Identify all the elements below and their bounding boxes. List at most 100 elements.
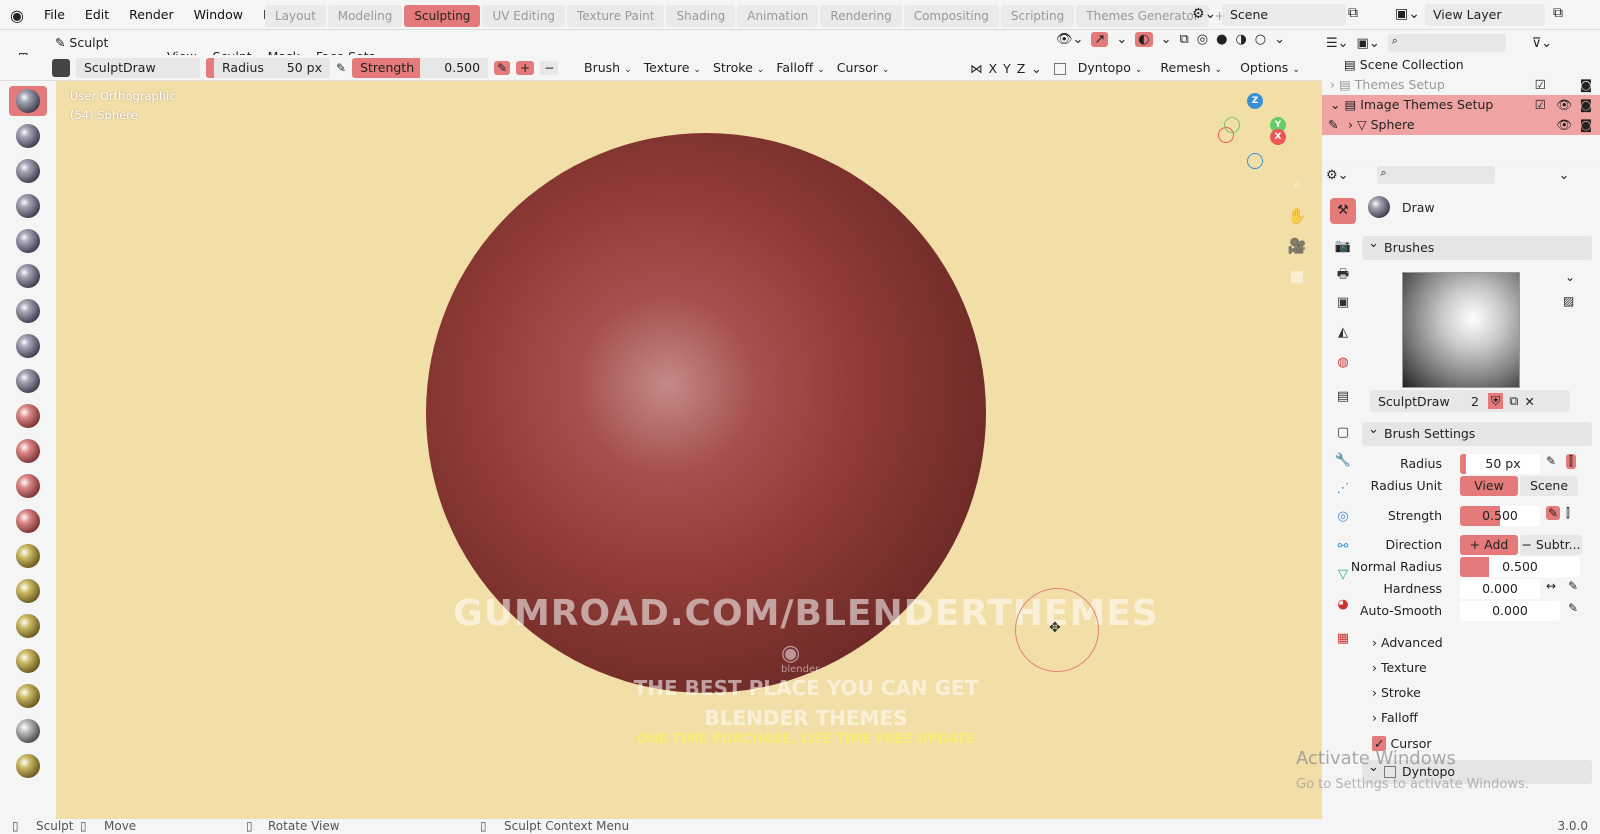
brush-datablock-name[interactable]: SculptDraw — [1370, 394, 1462, 409]
tab-sculpting[interactable]: Sculpting — [404, 5, 481, 27]
inflate-tool[interactable] — [9, 296, 47, 326]
eye-icon[interactable]: 👁 — [1556, 115, 1572, 135]
tab-themes-generator[interactable]: Themes Generator — [1076, 5, 1209, 27]
axis-z-toggle[interactable]: Z — [1017, 56, 1026, 82]
outliner-row-sphere[interactable]: ✎ › ▽ Sphere 👁 ◙ — [1322, 115, 1600, 135]
rendered-shading-icon[interactable]: ○ — [1255, 32, 1266, 47]
tab-scripting[interactable]: Scripting — [1000, 5, 1075, 27]
view-layer-selector[interactable]: View Layer — [1425, 4, 1545, 26]
brush-preview-icon[interactable] — [52, 59, 70, 77]
strength-pressure-icon[interactable]: ✎ — [494, 61, 511, 75]
camera-view-icon[interactable]: 🎥 — [1286, 237, 1308, 259]
zoom-icon[interactable]: ⌕ — [1286, 175, 1308, 197]
pressure-icon[interactable]: ✎ — [1546, 506, 1561, 520]
flatten-tool[interactable] — [9, 436, 47, 466]
gizmo-neg-z[interactable] — [1247, 153, 1263, 169]
clay-strips-tool[interactable] — [9, 191, 47, 221]
tab-shading[interactable]: Shading — [666, 5, 736, 27]
crease-tool[interactable] — [9, 366, 47, 396]
remesh-menu[interactable]: Remesh ⌄ — [1154, 55, 1228, 83]
chevron-down-icon[interactable]: ⌄ — [1559, 168, 1570, 183]
thumb-tool[interactable] — [9, 716, 47, 746]
pressure-icon[interactable]: ✎ — [336, 61, 346, 75]
texture-subpanel[interactable]: Texture — [1372, 658, 1427, 678]
tab-compositing[interactable]: Compositing — [903, 5, 999, 27]
outliner-search-field[interactable]: ⌕ — [1387, 34, 1506, 52]
gizmo-neg-y[interactable] — [1224, 117, 1240, 133]
chevron-down-icon[interactable]: ⌄ — [1274, 32, 1285, 47]
properties-editor-icon[interactable]: ⚙⌄ — [1326, 168, 1349, 183]
filter-icon[interactable]: ⊽⌄ — [1532, 36, 1552, 51]
gizmo-x-axis[interactable]: X — [1270, 129, 1286, 145]
navigation-gizmo[interactable]: Z Y X — [1216, 93, 1286, 173]
invert-arrows-icon[interactable]: ↔ — [1546, 579, 1556, 593]
eye-icon[interactable]: 👁 — [1556, 95, 1572, 115]
symmetry-icon[interactable]: ⋈ — [970, 56, 983, 82]
stroke-menu[interactable]: Stroke ⌄ — [707, 55, 770, 83]
view-layer-type-icon[interactable]: ▣⌄ — [1395, 6, 1420, 22]
radius-field[interactable]: Radius 50 px — [206, 58, 330, 78]
snake-hook-tool[interactable] — [9, 681, 47, 711]
brush-settings-panel-header[interactable]: Brush Settings — [1362, 418, 1592, 446]
brush-preview-image[interactable] — [1402, 272, 1520, 388]
wireframe-shading-icon[interactable]: ◎ — [1197, 32, 1208, 47]
world-tab-icon[interactable]: ◍ — [1330, 350, 1356, 376]
gizmo-z-axis[interactable]: Z — [1247, 93, 1263, 109]
ortho-grid-icon[interactable]: ▦ — [1286, 267, 1308, 289]
strength-field[interactable]: 0.500 — [1460, 506, 1540, 526]
fill-tool[interactable] — [9, 471, 47, 501]
tab-layout[interactable]: Layout — [265, 5, 326, 27]
menu-file[interactable]: File — [34, 0, 75, 30]
close-icon[interactable]: ✕ — [1524, 394, 1534, 409]
chevron-down-icon[interactable]: ⌄ — [1031, 56, 1041, 82]
pressure-icon[interactable]: ✎ — [1546, 454, 1556, 468]
checkbox-icon[interactable]: ☑ — [1535, 95, 1546, 115]
xray-icon[interactable]: ⧉ — [1179, 32, 1188, 47]
tab-rendering[interactable]: Rendering — [820, 5, 902, 27]
cursor-menu[interactable]: Cursor ⌄ — [831, 55, 896, 83]
axis-y-toggle[interactable]: Y — [1003, 56, 1011, 82]
dyntopo-checkbox[interactable] — [1053, 63, 1066, 75]
dyntopo-menu[interactable]: Dyntopo ⌄ — [1072, 55, 1149, 83]
falloff-menu[interactable]: Falloff ⌄ — [770, 55, 830, 83]
clay-thumb-tool[interactable] — [9, 226, 47, 256]
material-shading-icon[interactable]: ◑ — [1235, 32, 1246, 47]
outliner-editor-icon[interactable]: ☰⌄ — [1326, 36, 1349, 51]
grab-tool[interactable] — [9, 611, 47, 641]
options-menu[interactable]: Options ⌄ — [1234, 55, 1306, 83]
tab-uv-editing[interactable]: UV Editing — [482, 5, 566, 27]
multiplane-scrape-tool[interactable] — [9, 541, 47, 571]
copy-scene-icon[interactable]: ⧉ — [1348, 5, 1358, 21]
add-direction-icon[interactable]: + — [516, 61, 535, 75]
normal-radius-field[interactable]: 0.500 — [1460, 557, 1580, 577]
menu-render[interactable]: Render — [119, 0, 184, 30]
radius-unit-view-button[interactable]: View — [1460, 476, 1518, 496]
solid-shading-icon[interactable]: ● — [1216, 32, 1227, 47]
collection-tab-icon[interactable]: ▤ — [1330, 384, 1356, 410]
pressure-icon[interactable]: ✎ — [1568, 601, 1578, 615]
outliner-row-themes-setup[interactable]: › ▤ Themes Setup ☑ ◙ — [1322, 75, 1600, 95]
brush-menu[interactable]: Brush ⌄ — [578, 55, 638, 83]
pressure-icon[interactable]: ✎ — [1568, 579, 1578, 593]
scrape-tool[interactable] — [9, 506, 47, 536]
advanced-subpanel[interactable]: Advanced — [1372, 633, 1443, 653]
pan-hand-icon[interactable]: ✋ — [1286, 207, 1308, 229]
visibility-icon[interactable]: 👁⌄ — [1056, 32, 1083, 47]
texture-tab-icon[interactable]: ▦ — [1330, 626, 1356, 652]
blender-logo-icon[interactable]: ◉ — [0, 0, 34, 30]
strength-pressure-icon[interactable]: ⫿ — [1566, 506, 1570, 521]
outliner-row-scene-collection[interactable]: ▤ Scene Collection — [1322, 55, 1600, 75]
draw-sharp-tool[interactable] — [9, 121, 47, 151]
display-mode-icon[interactable]: ▣⌄ — [1357, 36, 1380, 51]
texture-menu[interactable]: Texture ⌄ — [638, 55, 707, 83]
tab-texture-paint[interactable]: Texture Paint — [567, 5, 665, 27]
clay-tool[interactable] — [9, 156, 47, 186]
duplicate-icon[interactable]: ⧉ — [1503, 393, 1524, 409]
image-icon[interactable]: ▨ — [1563, 294, 1574, 308]
direction-subtract-button[interactable]: − Subtr... — [1520, 535, 1582, 555]
chevron-down-icon[interactable]: ⌄ — [1116, 32, 1127, 47]
scene-type-icon[interactable]: ⚙⌄ — [1192, 6, 1216, 22]
strength-field[interactable]: Strength 0.500 — [352, 58, 489, 78]
copy-view-layer-icon[interactable]: ⧉ — [1553, 5, 1563, 21]
radius-pressure-icon[interactable]: ⫿ — [1566, 454, 1576, 469]
